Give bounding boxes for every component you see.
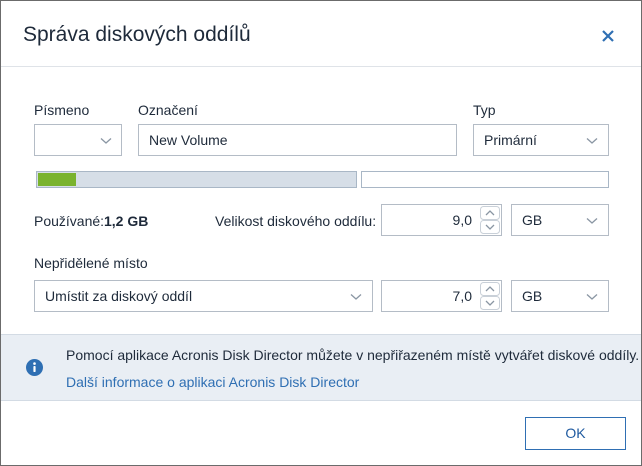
used-space-fill	[38, 173, 76, 186]
type-label: Typ	[473, 102, 496, 118]
unallocated-increment-button[interactable]	[480, 282, 500, 296]
letter-dropdown[interactable]	[34, 124, 122, 156]
size-stepper[interactable]: 9,0	[381, 204, 502, 236]
unallocated-spin-buttons	[480, 281, 500, 311]
close-icon[interactable]	[597, 25, 619, 47]
ok-button[interactable]: OK	[525, 417, 626, 450]
size-label: Velikost diskového oddílu:	[215, 213, 377, 229]
unallocated-decrement-button[interactable]	[480, 296, 500, 310]
close-button[interactable]	[597, 25, 619, 47]
size-unit-value: GB	[522, 212, 543, 228]
learn-more-link[interactable]: Další informace o aplikaci Acronis Disk …	[66, 374, 359, 390]
header-divider	[1, 66, 641, 67]
type-dropdown[interactable]: Primární	[473, 124, 609, 156]
dialog-title: Správa diskových oddílů	[23, 23, 251, 46]
unallocated-value: 7,0	[452, 288, 472, 304]
info-banner	[1, 334, 641, 401]
letter-label: Písmeno	[34, 102, 90, 118]
size-decrement-button[interactable]	[480, 220, 500, 234]
unallocated-unit-dropdown[interactable]: GB	[511, 280, 609, 312]
unallocated-unit-value: GB	[522, 288, 543, 304]
used-value: 1,2 GB	[104, 213, 149, 229]
info-message: Pomocí aplikace Acronis Disk Director mů…	[66, 347, 640, 363]
size-spin-buttons	[480, 205, 500, 235]
unallocated-stepper[interactable]: 7,0	[381, 280, 502, 312]
chevron-down-icon	[100, 138, 112, 144]
placement-value: Umístit za diskový oddíl	[45, 288, 193, 304]
size-value: 9,0	[452, 212, 472, 228]
chevron-down-icon	[586, 294, 598, 300]
partition-size-bar[interactable]	[36, 171, 357, 188]
info-icon	[26, 359, 43, 376]
chevron-down-icon	[350, 294, 362, 300]
type-value: Primární	[484, 132, 537, 148]
unallocated-label: Nepřidělené místo	[34, 255, 148, 271]
placement-dropdown[interactable]: Umístit za diskový oddíl	[34, 280, 373, 312]
name-label: Označení	[138, 102, 198, 118]
chevron-down-icon	[586, 218, 598, 224]
name-input[interactable]: New Volume	[138, 124, 457, 156]
size-unit-dropdown[interactable]: GB	[511, 204, 609, 236]
unallocated-space-bar	[361, 171, 609, 188]
name-input-value: New Volume	[149, 132, 228, 148]
size-increment-button[interactable]	[480, 206, 500, 220]
partition-dialog: Správa diskových oddílů Písmeno Označení…	[0, 0, 642, 466]
chevron-down-icon	[586, 138, 598, 144]
used-label: Používané:	[34, 213, 105, 229]
